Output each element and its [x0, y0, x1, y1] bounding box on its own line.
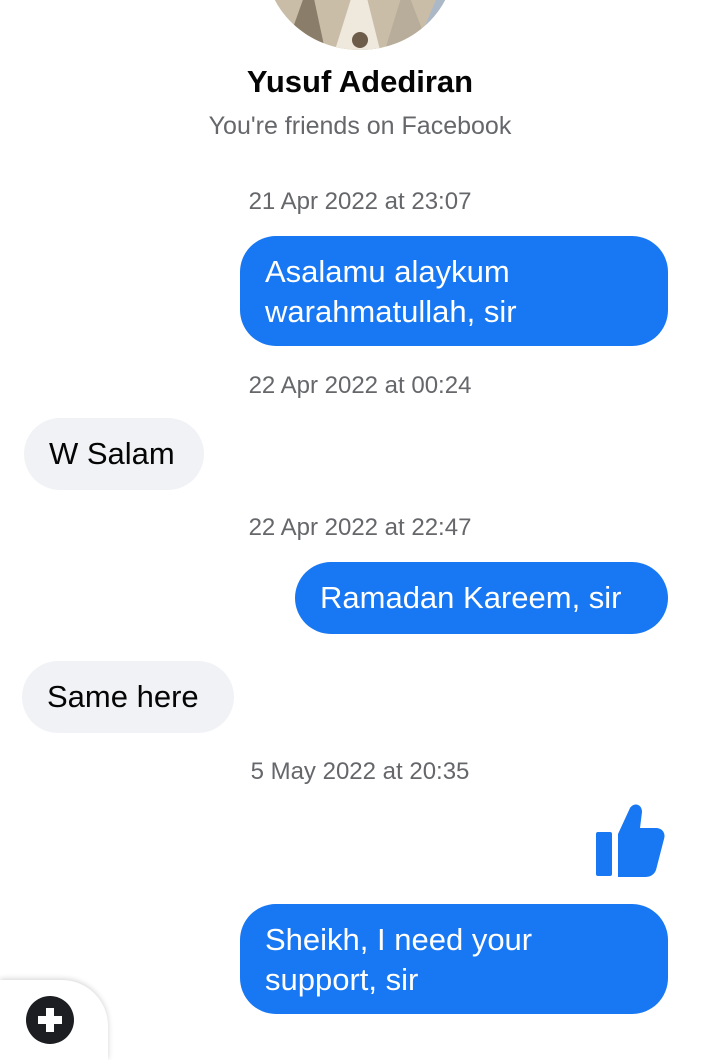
thumbs-up-icon[interactable] — [592, 802, 666, 878]
outgoing-message[interactable]: Ramadan Kareem, sir — [295, 562, 668, 634]
message-timestamp: 22 Apr 2022 at 22:47 — [248, 514, 472, 541]
message-timestamp: 21 Apr 2022 at 23:07 — [248, 188, 472, 215]
contact-avatar[interactable] — [265, 0, 455, 50]
outgoing-message[interactable]: Sheikh, I need your support, sir — [240, 904, 668, 1014]
message-timestamp: 22 Apr 2022 at 00:24 — [248, 372, 472, 399]
incoming-message[interactable]: W Salam — [24, 418, 204, 490]
plus-icon — [26, 996, 74, 1044]
contact-name: Yusuf Adediran — [246, 64, 474, 99]
message-timestamp: 5 May 2022 at 20:35 — [250, 758, 470, 785]
composer-button[interactable] — [0, 980, 108, 1060]
friend-status: You're friends on Facebook — [208, 112, 512, 140]
outgoing-message[interactable]: Asalamu alaykum warahmatullah, sir — [240, 236, 668, 346]
incoming-message[interactable]: Same here — [22, 661, 234, 733]
